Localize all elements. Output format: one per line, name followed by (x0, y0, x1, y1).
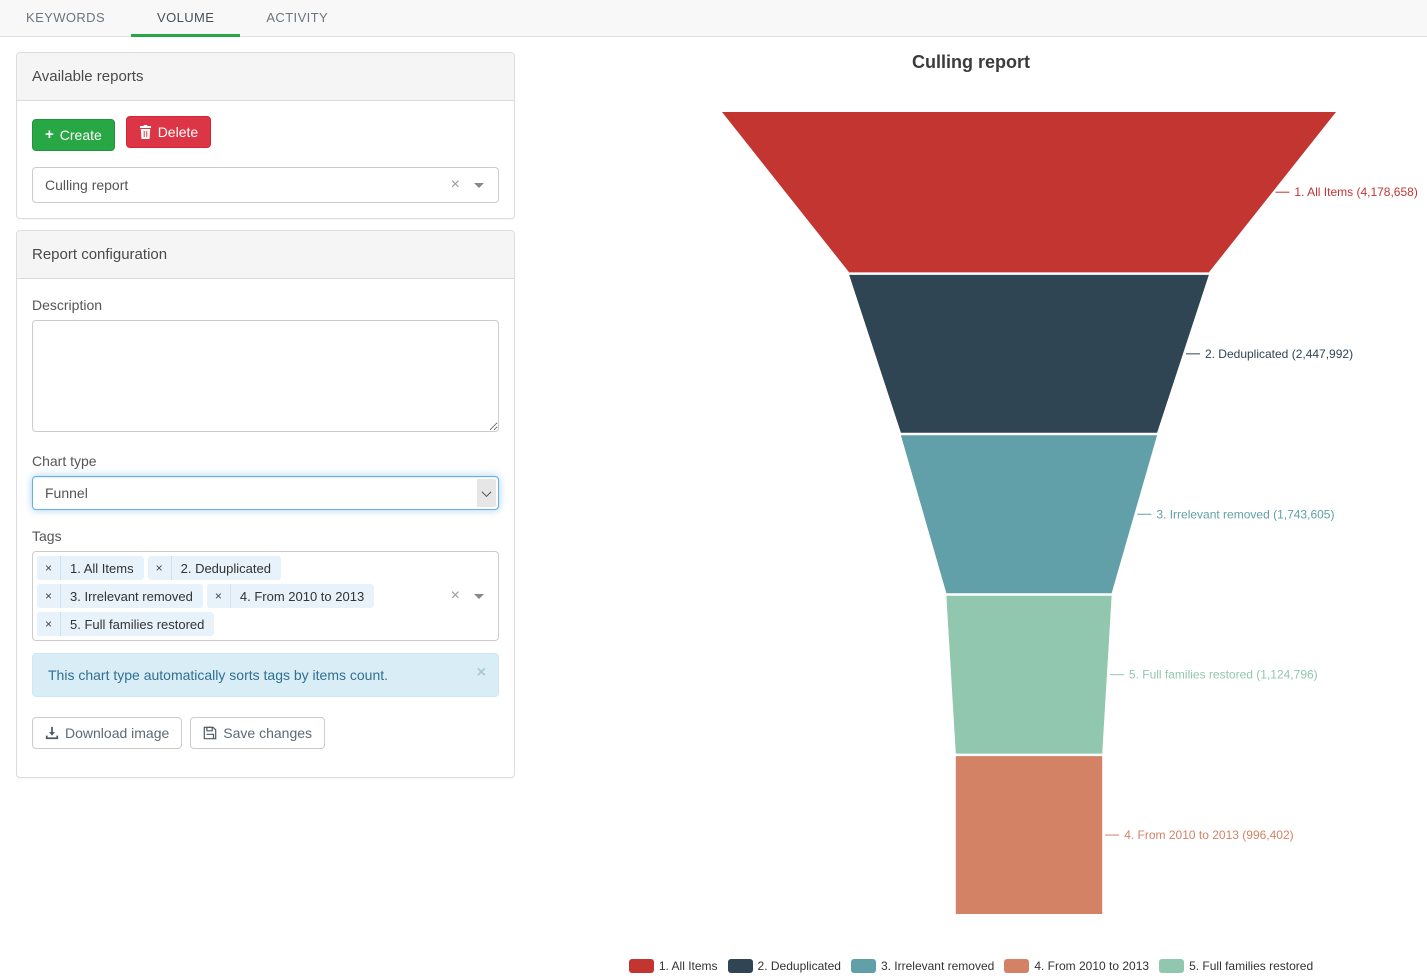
funnel-label: 5. Full families restored (1,124,796) (1129, 668, 1318, 682)
save-icon (203, 726, 217, 740)
legend-swatch (851, 959, 876, 973)
legend-swatch (629, 959, 654, 973)
chevron-down-icon[interactable] (474, 183, 484, 188)
download-image-label: Download image (65, 725, 169, 741)
available-reports-panel: Available reports + Create Delete Cullin… (16, 52, 515, 219)
report-configuration-body: Description Chart type Funnel Tags ×1. A… (17, 279, 514, 777)
tab-activity[interactable]: ACTIVITY (240, 0, 354, 36)
legend-label: 1. All Items (659, 959, 718, 973)
available-reports-body: + Create Delete Culling report × (17, 101, 514, 218)
tag-chip: ×5. Full families restored (37, 612, 214, 636)
plus-icon: + (45, 127, 54, 142)
select-dropmarker[interactable] (477, 479, 496, 507)
funnel-label: 4. From 2010 to 2013 (996,402) (1124, 828, 1293, 842)
tag-chip-label: 1. All Items (61, 561, 144, 576)
chart-legend: 1. All Items 2. Deduplicated 3. Irrelevant… (515, 959, 1427, 973)
tab-volume[interactable]: VOLUME (131, 0, 240, 36)
tags-label: Tags (32, 528, 499, 544)
remove-tag-icon[interactable]: × (37, 556, 61, 580)
legend-label: 5. Full families restored (1189, 959, 1313, 973)
tab-bar: KEYWORDS VOLUME ACTIVITY (0, 0, 1427, 37)
tab-keywords[interactable]: KEYWORDS (0, 0, 131, 36)
funnel-label: 3. Irrelevant removed (1,743,605) (1156, 507, 1334, 521)
info-alert-text: This chart type automatically sorts tags… (48, 667, 388, 683)
create-button-label: Create (60, 127, 102, 143)
funnel-plot: 1. All Items (4,178,658) 2. Deduplicated … (515, 37, 1427, 978)
legend-swatch (1004, 959, 1029, 973)
trash-icon (139, 125, 152, 139)
clear-tags-icon[interactable]: × (451, 588, 460, 604)
tag-chip-label: 5. Full families restored (61, 617, 214, 632)
delete-button-label: Delete (158, 124, 198, 140)
report-configuration-panel: Report configuration Description Chart t… (16, 230, 515, 778)
panel-title: Report configuration (17, 231, 514, 279)
legend-item[interactable]: 2. Deduplicated (728, 959, 841, 973)
tag-chip-label: 2. Deduplicated (172, 561, 281, 576)
legend-label: 4. From 2010 to 2013 (1034, 959, 1149, 973)
funnel-label: 1. All Items (4,178,658) (1294, 185, 1417, 199)
save-changes-label: Save changes (223, 725, 312, 741)
legend-swatch (728, 959, 753, 973)
chart-type-select[interactable]: Funnel (32, 476, 499, 510)
description-label: Description (32, 297, 499, 313)
funnel-segment[interactable] (946, 596, 1111, 754)
chart-type-label: Chart type (32, 453, 499, 469)
report-select[interactable]: Culling report × (32, 167, 499, 203)
legend-item[interactable]: 4. From 2010 to 2013 (1004, 959, 1149, 973)
legend-label: 2. Deduplicated (758, 959, 841, 973)
panel-title: Available reports (17, 53, 514, 101)
download-image-button[interactable]: Download image (32, 717, 182, 749)
funnel-segment[interactable] (849, 275, 1209, 433)
remove-tag-icon[interactable]: × (207, 584, 231, 608)
chevron-down-icon[interactable] (474, 594, 484, 599)
tag-chip: ×1. All Items (37, 556, 144, 580)
chart-type-value: Funnel (45, 485, 88, 501)
tags-select[interactable]: ×1. All Items×2. Deduplicated×3. Irrelev… (32, 551, 499, 641)
funnel-segment[interactable] (956, 756, 1102, 914)
remove-tag-icon[interactable]: × (148, 556, 172, 580)
description-field[interactable] (32, 320, 499, 432)
chevron-down-icon (482, 487, 492, 497)
legend-label: 3. Irrelevant removed (881, 959, 994, 973)
tag-chip: ×3. Irrelevant removed (37, 584, 203, 608)
delete-button[interactable]: Delete (126, 116, 211, 148)
legend-item[interactable]: 5. Full families restored (1159, 959, 1313, 973)
close-icon[interactable]: × (477, 665, 486, 681)
tag-chip: ×4. From 2010 to 2013 (207, 584, 374, 608)
info-alert: This chart type automatically sorts tags… (32, 653, 499, 697)
funnel-segment[interactable] (901, 435, 1157, 593)
tag-chip: ×2. Deduplicated (148, 556, 281, 580)
tag-chip-label: 4. From 2010 to 2013 (231, 589, 374, 604)
create-button[interactable]: + Create (32, 119, 115, 151)
tag-chip-label: 3. Irrelevant removed (61, 589, 203, 604)
legend-item[interactable]: 3. Irrelevant removed (851, 959, 994, 973)
legend-item[interactable]: 1. All Items (629, 959, 718, 973)
download-icon (45, 726, 59, 740)
funnel-segment[interactable] (722, 112, 1336, 272)
save-changes-button[interactable]: Save changes (190, 717, 325, 749)
report-select-value: Culling report (45, 177, 128, 193)
remove-tag-icon[interactable]: × (37, 612, 61, 636)
funnel-chart: Culling report 1. All Items (4,178,658)2… (515, 37, 1427, 978)
legend-swatch (1159, 959, 1184, 973)
remove-tag-icon[interactable]: × (37, 584, 61, 608)
clear-selection-icon[interactable]: × (451, 177, 460, 193)
funnel-label: 2. Deduplicated (2,447,992) (1205, 347, 1353, 361)
